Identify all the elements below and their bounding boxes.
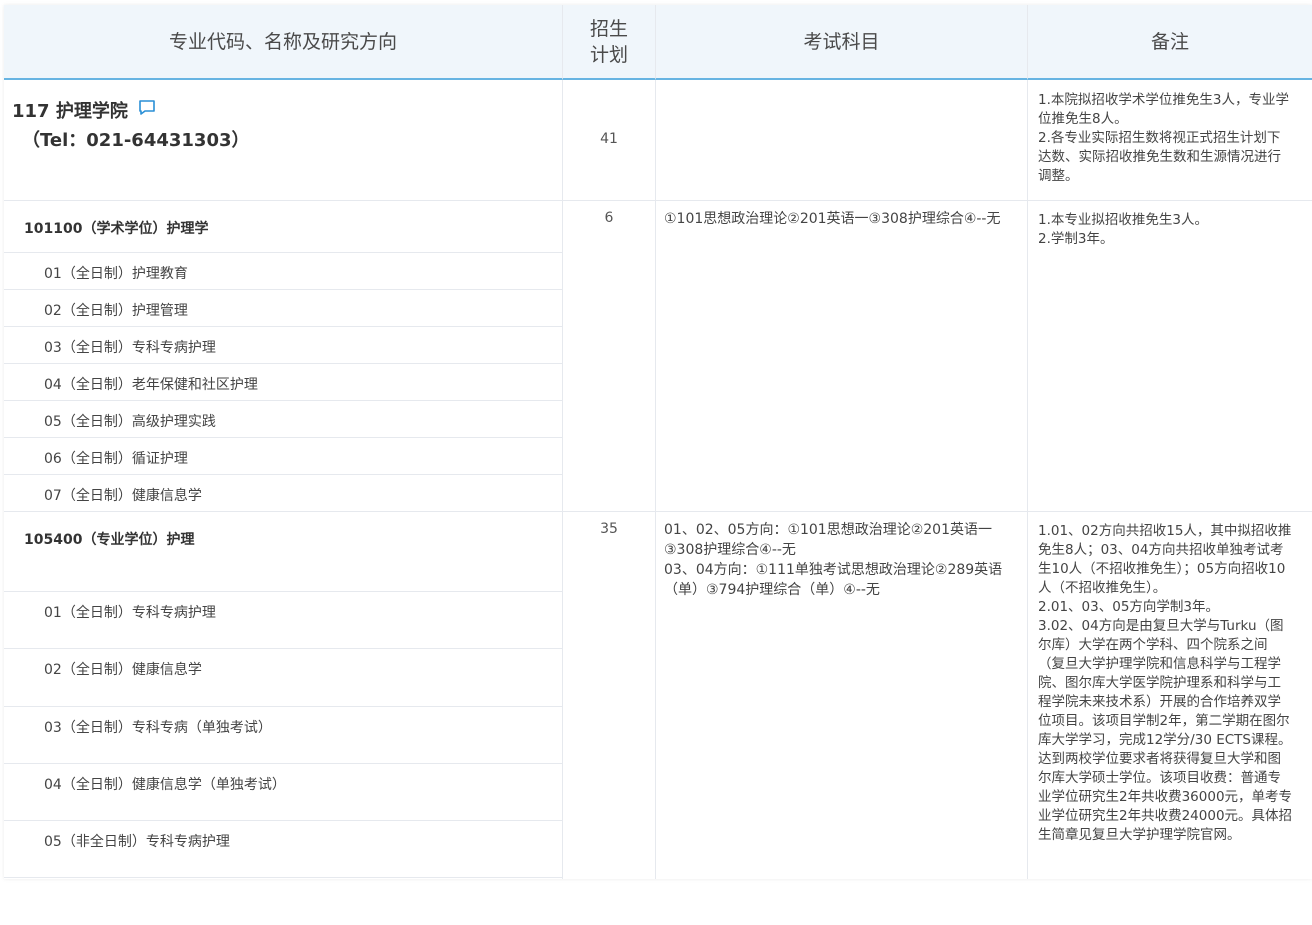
major2-plan: 35: [600, 521, 618, 537]
major1-title: 101100（学术学位）护理学: [24, 221, 209, 237]
list-item: 05（非全日制）专科专病护理: [4, 820, 562, 878]
major2-notes: 1.01、02方向共招收15人，其中拟招收推 免生8人；03、04方向共招收单独…: [1038, 523, 1293, 843]
list-item: 03（全日制）专科专病护理: [4, 326, 562, 363]
admissions-table: 专业代码、名称及研究方向 招生 计划 考试科目 备注 117 护理学院 （Tel…: [4, 5, 1312, 879]
dept-plan: 41: [600, 131, 618, 147]
header-notes: 备注: [1028, 5, 1312, 80]
list-item: 04（全日制）健康信息学（单独考试）: [4, 763, 562, 820]
major1-notes: 1.本专业拟招收推免生3人。 2.学制3年。: [1038, 212, 1208, 247]
list-item: 05（全日制）高级护理实践: [4, 400, 562, 437]
list-item: 03（全日制）专科专病（单独考试）: [4, 706, 562, 763]
list-item: 04（全日制）老年保健和社区护理: [4, 363, 562, 400]
dept-notes: 1.本院拟招收学术学位推免生3人，专业学 位推免生8人。 2.各专业实际招生数将…: [1038, 92, 1289, 184]
list-item: 06（全日制）循证护理: [4, 437, 562, 474]
major1-plan: 6: [604, 210, 614, 226]
list-item: 07（全日制）健康信息学: [4, 474, 562, 512]
major1-subjects: ①101思想政治理论②201英语一③308护理综合④--无: [664, 211, 1001, 227]
major2-subjects: 01、02、05方向：①101思想政治理论②201英语一 ③308护理综合④--…: [664, 522, 1003, 598]
header-plan: 招生 计划: [563, 5, 656, 80]
major2-title: 105400（专业学位）护理: [24, 532, 195, 548]
dept-name: 117 护理学院: [12, 101, 128, 122]
list-item: 02（全日制）护理管理: [4, 289, 562, 326]
header-major: 专业代码、名称及研究方向: [4, 5, 563, 80]
header-subjects: 考试科目: [656, 5, 1028, 80]
list-item: 01（全日制）护理教育: [4, 252, 562, 289]
comment-icon[interactable]: [138, 99, 156, 117]
dept-tel: （Tel：021-64431303）: [22, 130, 250, 151]
list-item: 01（全日制）专科专病护理: [4, 591, 562, 648]
list-item: 02（全日制）健康信息学: [4, 648, 562, 706]
